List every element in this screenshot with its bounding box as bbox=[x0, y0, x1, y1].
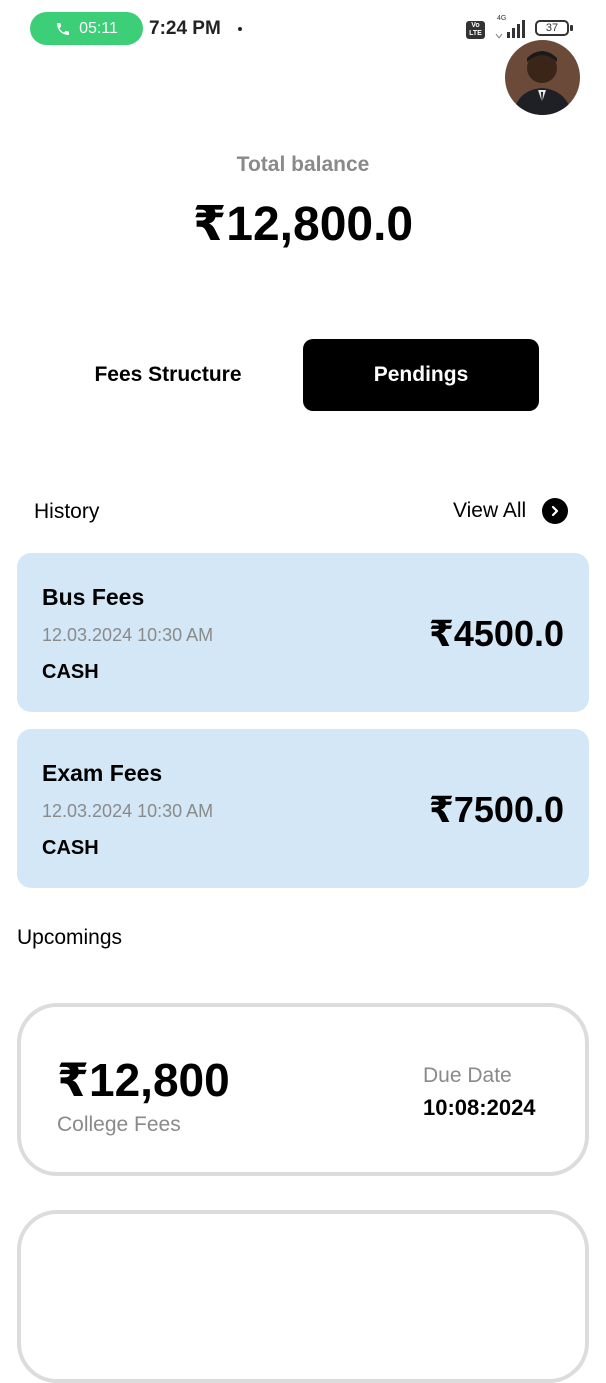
profile-avatar[interactable] bbox=[505, 40, 580, 115]
payment-method: CASH bbox=[42, 661, 99, 683]
fee-amount: ₹4500.0 bbox=[428, 613, 564, 654]
phone-icon bbox=[57, 22, 70, 35]
notification-dot bbox=[238, 27, 242, 31]
due-date-value: 10:08:2024 bbox=[423, 1095, 536, 1120]
status-time: 7:24 PM bbox=[149, 18, 221, 39]
due-date-label: Due Date bbox=[423, 1064, 512, 1087]
tab-pendings[interactable]: Pendings bbox=[303, 339, 539, 411]
fee-title: Exam Fees bbox=[42, 760, 163, 786]
upcoming-fee-card[interactable]: ₹12,800 College Fees Due Date 10:08:2024 bbox=[17, 1003, 589, 1176]
fee-amount: ₹7500.0 bbox=[428, 789, 564, 830]
upcomings-section-title: Upcomings bbox=[17, 926, 123, 949]
ongoing-call-pill[interactable]: 05:11 bbox=[30, 12, 143, 45]
chevron-right-icon bbox=[542, 498, 569, 524]
total-balance-amount: ₹12,800.0 bbox=[192, 198, 414, 251]
volte-icon: Vo LTE bbox=[466, 21, 485, 39]
history-section-title: History bbox=[34, 500, 100, 523]
battery-icon: 37 bbox=[535, 20, 569, 36]
view-all-label: View All bbox=[453, 499, 527, 522]
history-card[interactable]: Bus Fees 12.03.2024 10:30 AM CASH ₹4500.… bbox=[17, 553, 589, 712]
view-all-button[interactable]: View All bbox=[453, 498, 569, 524]
tab-fees-structure[interactable]: Fees Structure bbox=[62, 339, 274, 411]
payment-method: CASH bbox=[42, 837, 99, 859]
history-card[interactable]: Exam Fees 12.03.2024 10:30 AM CASH ₹7500… bbox=[17, 729, 589, 888]
battery-tip bbox=[570, 25, 573, 31]
signal-icon bbox=[495, 20, 525, 39]
fee-datetime: 12.03.2024 10:30 AM bbox=[42, 625, 214, 645]
fee-title: Bus Fees bbox=[42, 584, 145, 610]
upcoming-fee-name: College Fees bbox=[57, 1113, 181, 1136]
call-timer: 05:11 bbox=[79, 19, 118, 37]
upcoming-fee-card-partial[interactable] bbox=[17, 1210, 589, 1383]
avatar-image bbox=[505, 40, 580, 115]
total-balance-label: Total balance bbox=[236, 153, 370, 176]
fee-datetime: 12.03.2024 10:30 AM bbox=[42, 801, 214, 821]
upcoming-amount: ₹12,800 bbox=[57, 1054, 230, 1106]
